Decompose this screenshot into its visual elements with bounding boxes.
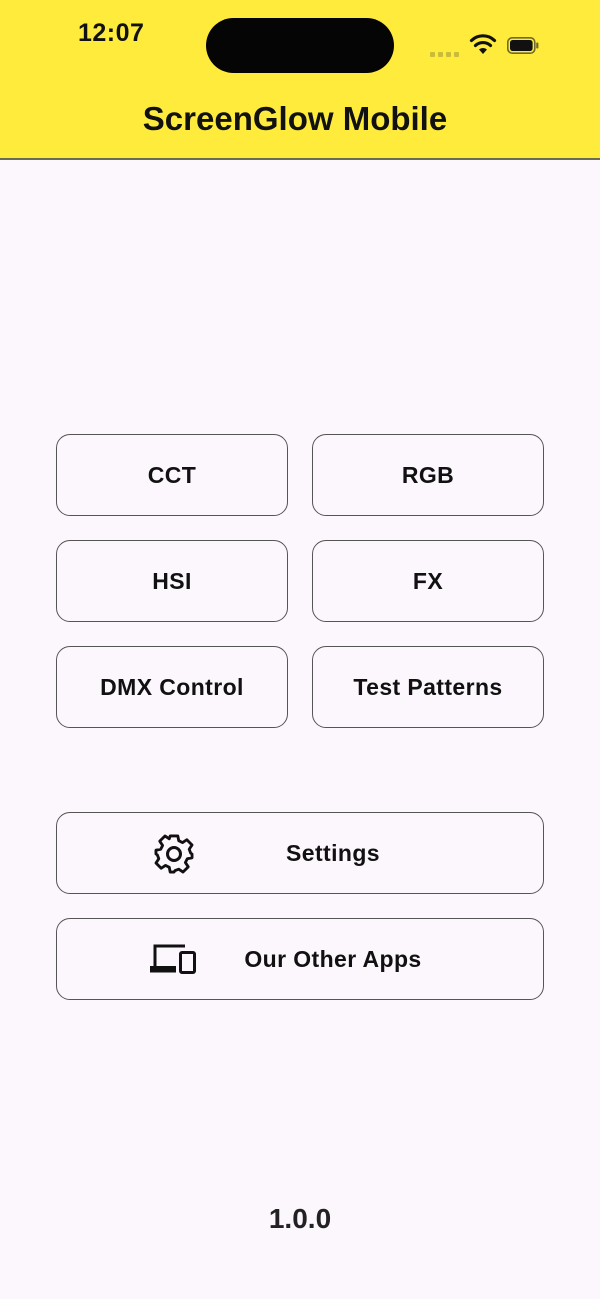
dynamic-island: [206, 18, 394, 73]
status-time: 12:07: [78, 19, 145, 47]
fx-button[interactable]: FX: [312, 540, 544, 622]
settings-label: Settings: [286, 840, 380, 866]
version-label: 1.0.0: [268, 1203, 332, 1234]
dmx-control-button[interactable]: DMX Control: [56, 646, 288, 728]
wifi-icon: [469, 34, 497, 54]
battery-icon: [507, 37, 539, 54]
signal-icon: [430, 45, 460, 57]
other-apps-label: Our Other Apps: [244, 946, 422, 972]
other-apps-button[interactable]: Our Other Apps: [56, 918, 544, 1000]
hsi-button[interactable]: HSI: [56, 540, 288, 622]
rgb-button[interactable]: RGB: [312, 434, 544, 516]
test-patterns-button[interactable]: Test Patterns: [312, 646, 544, 728]
app-header: 12:07 ScreenGlow Mobile: [0, 0, 600, 160]
app-title: ScreenGlow Mobile: [142, 100, 448, 137]
settings-button[interactable]: Settings: [56, 812, 544, 894]
cct-button[interactable]: CCT: [56, 434, 288, 516]
